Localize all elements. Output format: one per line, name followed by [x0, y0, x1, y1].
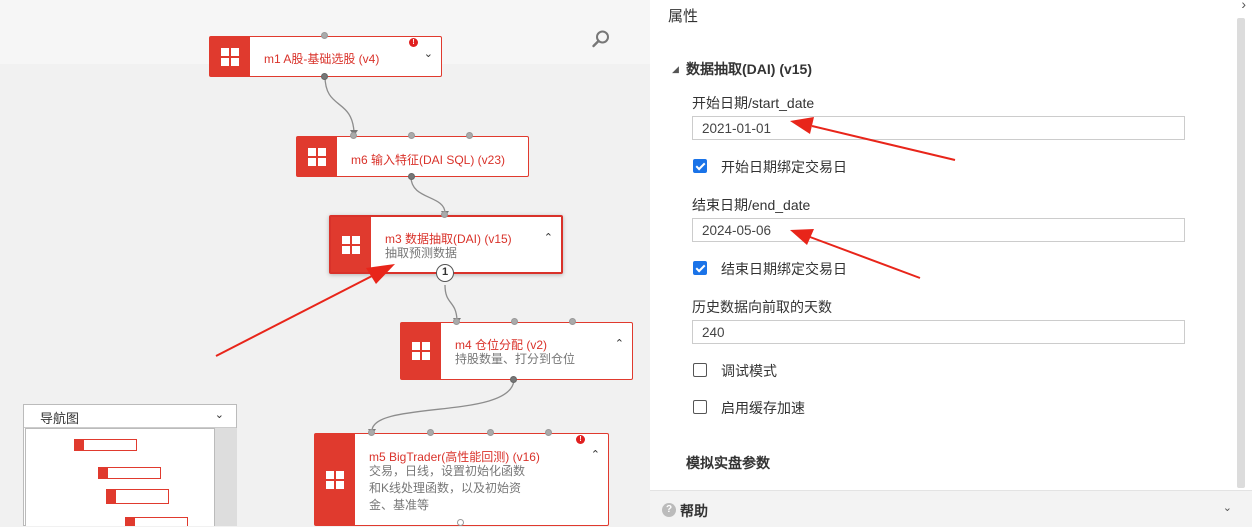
chevron-up-icon[interactable]: ⌃ — [544, 231, 553, 244]
input-port[interactable] — [321, 32, 328, 39]
chevron-up-icon[interactable]: ⌃ — [615, 337, 624, 350]
wire-m4-m5 — [371, 378, 515, 432]
module-icon — [297, 137, 337, 176]
end-bind-label: 结束日期绑定交易日 — [721, 261, 847, 277]
debug-mode-checkbox[interactable] — [693, 363, 707, 377]
node-m4[interactable]: m4 仓位分配 (v2) 持股数量、打分到仓位 ⌃ — [400, 322, 633, 380]
input-port[interactable] — [511, 318, 518, 325]
input-port[interactable] — [408, 132, 415, 139]
properties-panel: 属性 › ◢ 数据抽取(DAI) (v15) 开始日期/start_date 开… — [650, 0, 1252, 527]
node-m1[interactable]: m1 A股-基础选股 (v4) ⌄ ! — [209, 36, 442, 77]
help-bar[interactable]: ? 帮助 ⌄ — [650, 490, 1252, 527]
node-subtitle: 抽取预测数据 — [385, 246, 458, 260]
start-bind-checkbox[interactable] — [693, 159, 707, 173]
live-trading-section-title[interactable]: 模拟实盘参数 — [686, 453, 770, 473]
minimap-header[interactable]: 导航图 ⌄ — [24, 405, 236, 428]
minimap-viewport[interactable] — [25, 428, 215, 526]
cache-checkbox[interactable] — [693, 400, 707, 414]
start-bind-label: 开始日期绑定交易日 — [721, 159, 847, 175]
warning-icon: ! — [409, 38, 418, 47]
node-title: m1 A股-基础选股 (v4) — [264, 52, 380, 66]
input-port[interactable] — [466, 132, 473, 139]
node-m5[interactable]: m5 BigTrader(高性能回测) (v16) 交易，日线，设置初始化函数 … — [314, 433, 609, 526]
input-port[interactable] — [453, 318, 460, 325]
minimap-title: 导航图 — [40, 411, 80, 426]
chevron-down-icon[interactable]: ⌄ — [424, 47, 433, 60]
warning-icon: ! — [576, 435, 585, 444]
history-days-input[interactable] — [692, 320, 1185, 344]
output-port[interactable] — [321, 73, 328, 80]
module-icon — [401, 323, 441, 379]
output-count-badge[interactable]: 1 — [436, 264, 454, 282]
end-date-label: 结束日期/end_date — [692, 197, 811, 213]
node-m6[interactable]: m6 输入特征(DAI SQL) (v23) — [296, 136, 529, 177]
input-port[interactable] — [350, 132, 357, 139]
navigator-minimap[interactable]: 导航图 ⌄ — [23, 404, 237, 526]
node-subtitle-line: 和K线处理函数，以及初始资 — [369, 481, 522, 495]
triangle-expanded-icon[interactable]: ◢ — [672, 64, 679, 75]
minimap-outside-area — [215, 428, 237, 526]
chevron-up-icon[interactable]: ⌃ — [591, 448, 600, 461]
help-title: 帮助 — [680, 503, 708, 519]
node-subtitle: 持股数量、打分到仓位 — [455, 352, 576, 366]
help-icon: ? — [662, 503, 676, 517]
minimap-node — [106, 489, 169, 504]
start-date-label: 开始日期/start_date — [692, 95, 815, 111]
wire-m3-m4 — [444, 284, 458, 321]
end-bind-checkbox[interactable] — [693, 261, 707, 275]
input-port[interactable] — [427, 429, 434, 436]
input-port[interactable] — [545, 429, 552, 436]
chevron-down-icon[interactable]: ⌄ — [1223, 501, 1232, 514]
panel-scrollbar[interactable] — [1237, 18, 1245, 488]
cache-label: 启用缓存加速 — [721, 400, 805, 416]
wire-m6-m3 — [410, 176, 446, 214]
minimap-node — [98, 467, 161, 479]
panel-title: 属性 — [668, 8, 699, 25]
node-subtitle-line: 金、基准等 — [369, 498, 430, 512]
chevron-down-icon[interactable]: ⌄ — [215, 408, 224, 421]
start-date-input[interactable] — [692, 116, 1185, 140]
history-days-label: 历史数据向前取的天数 — [692, 299, 832, 315]
input-port[interactable] — [487, 429, 494, 436]
input-port[interactable] — [569, 318, 576, 325]
minimap-node — [125, 517, 188, 526]
module-icon — [331, 217, 371, 272]
module-icon — [315, 434, 355, 525]
search-icon[interactable] — [591, 29, 611, 49]
chevron-right-icon[interactable]: › — [1241, 0, 1246, 12]
input-port[interactable] — [441, 211, 448, 218]
node-title: m6 输入特征(DAI SQL) (v23) — [351, 153, 506, 167]
module-icon — [210, 37, 250, 76]
workflow-canvas[interactable]: m1 A股-基础选股 (v4) ⌄ ! m6 输入特征(DAI SQL) (v2… — [0, 0, 650, 526]
debug-mode-label: 调试模式 — [721, 363, 777, 379]
output-port[interactable] — [457, 519, 464, 526]
input-port[interactable] — [368, 429, 375, 436]
output-port[interactable] — [408, 173, 415, 180]
output-port[interactable] — [510, 376, 517, 383]
wire-m1-m6 — [324, 75, 355, 133]
minimap-node — [74, 439, 137, 451]
node-subtitle-line: 交易，日线，设置初始化函数 — [369, 464, 526, 478]
end-date-input[interactable] — [692, 218, 1185, 242]
section-title[interactable]: 数据抽取(DAI) (v15) — [686, 59, 812, 79]
panel-header: 属性 › — [650, 0, 1252, 32]
